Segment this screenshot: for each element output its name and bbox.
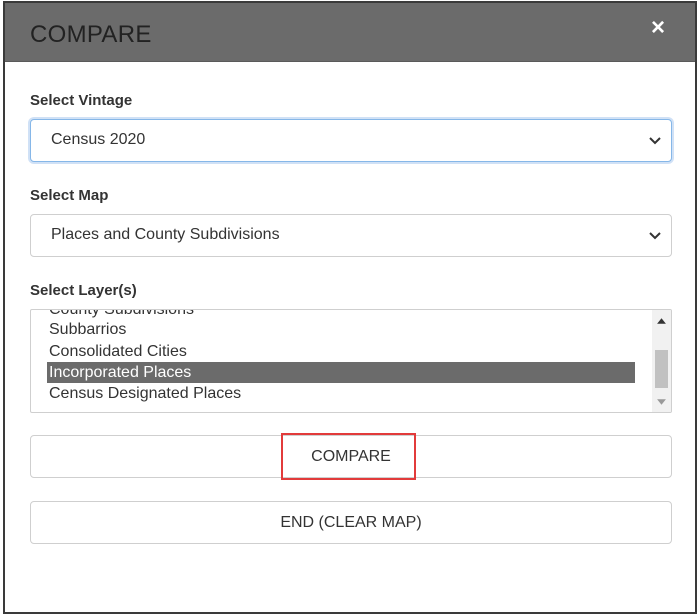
scroll-up-icon[interactable]: [656, 316, 667, 327]
chevron-down-icon: [649, 137, 661, 145]
end-clear-map-button[interactable]: END (CLEAR MAP): [30, 501, 672, 544]
listbox-scrollbar[interactable]: [652, 310, 671, 412]
dialog-title: COMPARE: [30, 21, 152, 48]
map-select-value: Places and County Subdivisions: [51, 226, 280, 243]
layers-listbox[interactable]: County Subdivisions Subbarrios Consolida…: [30, 309, 672, 413]
compare-dialog: COMPARE × Select Vintage Census 2020 Sel…: [3, 1, 697, 614]
scrollbar-thumb[interactable]: [655, 350, 668, 388]
list-item-consolidated-cities[interactable]: Consolidated Cities: [47, 341, 635, 362]
select-map-label: Select Map: [30, 187, 109, 204]
select-layers-label: Select Layer(s): [30, 282, 137, 299]
close-icon[interactable]: ×: [647, 16, 669, 40]
scroll-down-icon[interactable]: [656, 396, 667, 407]
list-item-incorporated-places[interactable]: Incorporated Places: [47, 362, 635, 383]
select-vintage-label: Select Vintage: [30, 92, 133, 109]
compare-highlight-box: [281, 433, 416, 480]
vintage-select[interactable]: Census 2020: [30, 119, 672, 162]
list-item-census-designated-places[interactable]: Census Designated Places: [47, 383, 635, 404]
vintage-select-value: Census 2020: [51, 131, 146, 148]
map-select[interactable]: Places and County Subdivisions: [30, 214, 672, 257]
list-item-subbarrios[interactable]: Subbarrios: [47, 319, 635, 340]
dialog-header: COMPARE ×: [5, 3, 695, 62]
chevron-down-icon: [649, 232, 661, 240]
